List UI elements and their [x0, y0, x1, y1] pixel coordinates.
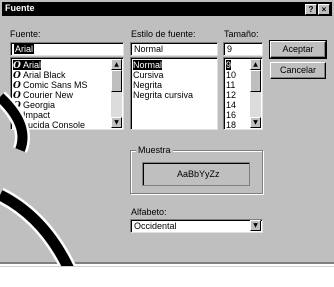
decorative-swoosh-arrows	[0, 91, 83, 287]
description-area	[0, 266, 334, 287]
